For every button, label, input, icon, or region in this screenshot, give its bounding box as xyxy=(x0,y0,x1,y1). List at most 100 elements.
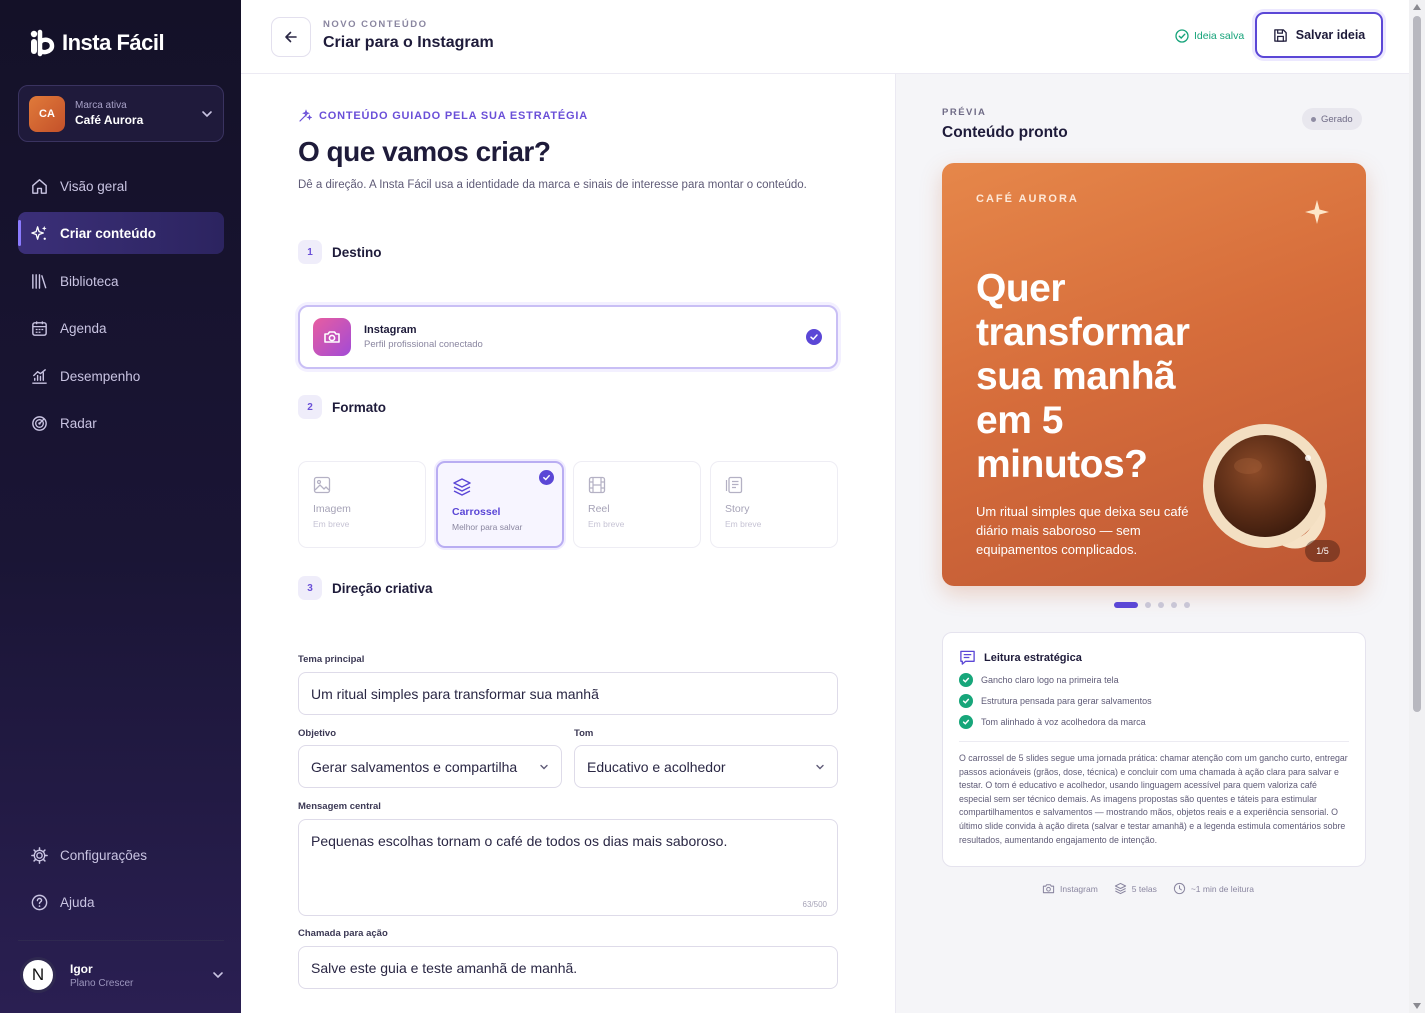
format-option-carrossel[interactable]: Carrossel Melhor para salvar xyxy=(436,461,564,548)
format-option-imagem[interactable]: Imagem Em breve xyxy=(298,461,426,548)
step-direcao-criativa: 3 Direção criativa xyxy=(298,576,433,600)
carousel-dot[interactable] xyxy=(1171,602,1177,608)
carousel-dots xyxy=(1114,602,1190,608)
cta-label: Chamada para ação xyxy=(298,928,388,939)
cta-input[interactable]: Salve este guia e teste amanhã de manhã. xyxy=(298,946,838,989)
user-menu[interactable]: N Igor Plano Crescer xyxy=(18,955,224,995)
destination-name: Instagram xyxy=(364,324,417,336)
meta-screens: 5 telas xyxy=(1114,882,1157,895)
insight-check-item: Estrutura pensada para gerar salvamentos xyxy=(959,694,1349,708)
sidebar-item-visao-geral[interactable]: Visão geral xyxy=(18,165,224,207)
destination-instagram-card[interactable]: Instagram Perfil profissional conectado xyxy=(298,305,838,369)
form-kicker-label: CONTEÚDO GUIADO PELA SUA ESTRATÉGIA xyxy=(319,110,588,122)
format-sub: Em breve xyxy=(588,519,625,529)
step-number: 3 xyxy=(298,576,322,600)
insight-check-item: Gancho claro logo na primeira tela xyxy=(959,673,1349,687)
sidebar-item-label: Criar conteúdo xyxy=(60,225,157,241)
sidebar-item-agenda[interactable]: Agenda xyxy=(18,307,224,349)
step-number: 2 xyxy=(298,395,322,419)
insight-check-item: Tom alinhado à voz acolhedora da marca xyxy=(959,715,1349,729)
chevron-down-icon xyxy=(540,764,548,769)
sidebar-item-configuracoes[interactable]: Configurações xyxy=(18,834,224,876)
status-badge-label: Gerado xyxy=(1321,113,1353,125)
preview-panel: PRÉVIA Conteúdo pronto Gerado CAFÉ AUROR… xyxy=(895,74,1409,1013)
saved-status: Ideia salva xyxy=(1175,29,1244,43)
check-icon xyxy=(806,329,822,345)
carousel-dot[interactable] xyxy=(1158,602,1164,608)
insight-check-label: Gancho claro logo na primeira tela xyxy=(981,675,1119,685)
layers-icon xyxy=(453,478,471,496)
objective-select[interactable]: Gerar salvamentos e compartilha xyxy=(298,745,562,788)
scroll-down-icon[interactable] xyxy=(1413,1003,1421,1009)
logo-icon xyxy=(28,28,58,58)
scroll-up-icon[interactable] xyxy=(1413,4,1421,10)
image-icon xyxy=(313,476,331,494)
message-square-icon xyxy=(960,650,975,665)
step-label: Direção criativa xyxy=(332,580,433,596)
brand-label: Marca ativa xyxy=(75,100,127,111)
chevron-down-icon xyxy=(213,972,223,979)
sidebar-item-ajuda[interactable]: Ajuda xyxy=(18,881,224,923)
step-label: Formato xyxy=(332,399,386,415)
arrow-left-icon xyxy=(285,31,297,43)
format-option-story[interactable]: Story Em breve xyxy=(710,461,838,548)
message-label: Mensagem central xyxy=(298,801,381,812)
format-sub: Em breve xyxy=(313,519,350,529)
theme-input[interactable]: Um ritual simples para transformar sua m… xyxy=(298,672,838,715)
camera-icon xyxy=(1042,884,1055,894)
chevron-down-icon xyxy=(202,110,212,117)
coffee-cup-illustration xyxy=(1203,424,1327,549)
sidebar-item-label: Configurações xyxy=(60,847,148,863)
meta-reading-label: ~1 min de leitura xyxy=(1190,883,1254,894)
save-idea-button[interactable]: Salvar ideia xyxy=(1255,12,1383,58)
format-name: Reel xyxy=(588,503,610,515)
brand-switcher[interactable]: CA Marca ativa Café Aurora xyxy=(18,85,224,142)
user-plan: Plano Crescer xyxy=(70,977,134,989)
app-logo[interactable]: Insta Fácil xyxy=(28,28,165,58)
sidebar-item-radar[interactable]: Radar xyxy=(18,402,224,444)
carousel-dot[interactable] xyxy=(1114,602,1138,608)
format-name: Imagem xyxy=(313,503,351,515)
preview-meta: Instagram 5 telas ~1 min de leitura xyxy=(1042,882,1254,895)
tone-select[interactable]: Educativo e acolhedor xyxy=(574,745,838,788)
carousel-dot[interactable] xyxy=(1145,602,1151,608)
carousel-slide[interactable]: CAFÉ AURORA Quer transformar sua manhã e… xyxy=(942,163,1366,586)
format-sub: Em breve xyxy=(725,519,762,529)
carousel-dot[interactable] xyxy=(1184,602,1190,608)
layers-icon xyxy=(1114,882,1126,895)
step-number: 1 xyxy=(298,240,322,264)
page-scrollbar[interactable] xyxy=(1409,0,1425,1013)
slide-counter: 1/5 xyxy=(1305,540,1340,562)
top-header: NOVO CONTEÚDO Criar para o Instagram Ide… xyxy=(241,0,1409,74)
sidebar-item-criar-conteudo[interactable]: Criar conteúdo xyxy=(18,212,224,254)
step-label: Destino xyxy=(332,244,382,260)
step-destino: 1 Destino xyxy=(298,240,382,264)
message-value: Pequenas escolhas tornam o café de todos… xyxy=(311,833,728,849)
page-title: Criar para o Instagram xyxy=(323,34,494,51)
format-name: Carrossel xyxy=(452,506,501,518)
radar-icon xyxy=(32,415,47,431)
meta-reading: ~1 min de leitura xyxy=(1173,882,1254,895)
tone-value: Educativo e acolhedor xyxy=(587,758,726,775)
back-button[interactable] xyxy=(271,17,311,57)
sidebar-item-label: Desempenho xyxy=(60,368,141,384)
page-kicker: NOVO CONTEÚDO xyxy=(323,19,428,30)
help-icon xyxy=(31,894,48,910)
meta-platform: Instagram xyxy=(1042,882,1098,895)
sidebar-item-desempenho[interactable]: Desempenho xyxy=(18,355,224,397)
instagram-icon xyxy=(313,318,351,356)
format-option-reel[interactable]: Reel Em breve xyxy=(573,461,701,548)
create-form: CONTEÚDO GUIADO PELA SUA ESTRATÉGIA O qu… xyxy=(241,74,895,1013)
app-name: Insta Fácil xyxy=(62,30,165,55)
slide-title: Quer transformar sua manhã em 5 minutos? xyxy=(976,267,1190,486)
scrollbar-thumb[interactable] xyxy=(1413,16,1421,712)
saved-status-label: Ideia salva xyxy=(1194,30,1245,42)
objective-value: Gerar salvamentos e compartilha xyxy=(311,758,518,775)
insight-paragraph: O carrossel de 5 slides segue uma jornad… xyxy=(959,753,1348,845)
message-textarea[interactable]: Pequenas escolhas tornam o café de todos… xyxy=(298,819,838,916)
check-circle-icon xyxy=(1175,29,1189,43)
strategic-reading-card: Leitura estratégica Gancho claro logo na… xyxy=(942,632,1366,867)
chevron-down-icon xyxy=(816,764,824,769)
sidebar-item-biblioteca[interactable]: Biblioteca xyxy=(18,260,224,302)
meta-screens-label: 5 telas xyxy=(1131,883,1157,894)
